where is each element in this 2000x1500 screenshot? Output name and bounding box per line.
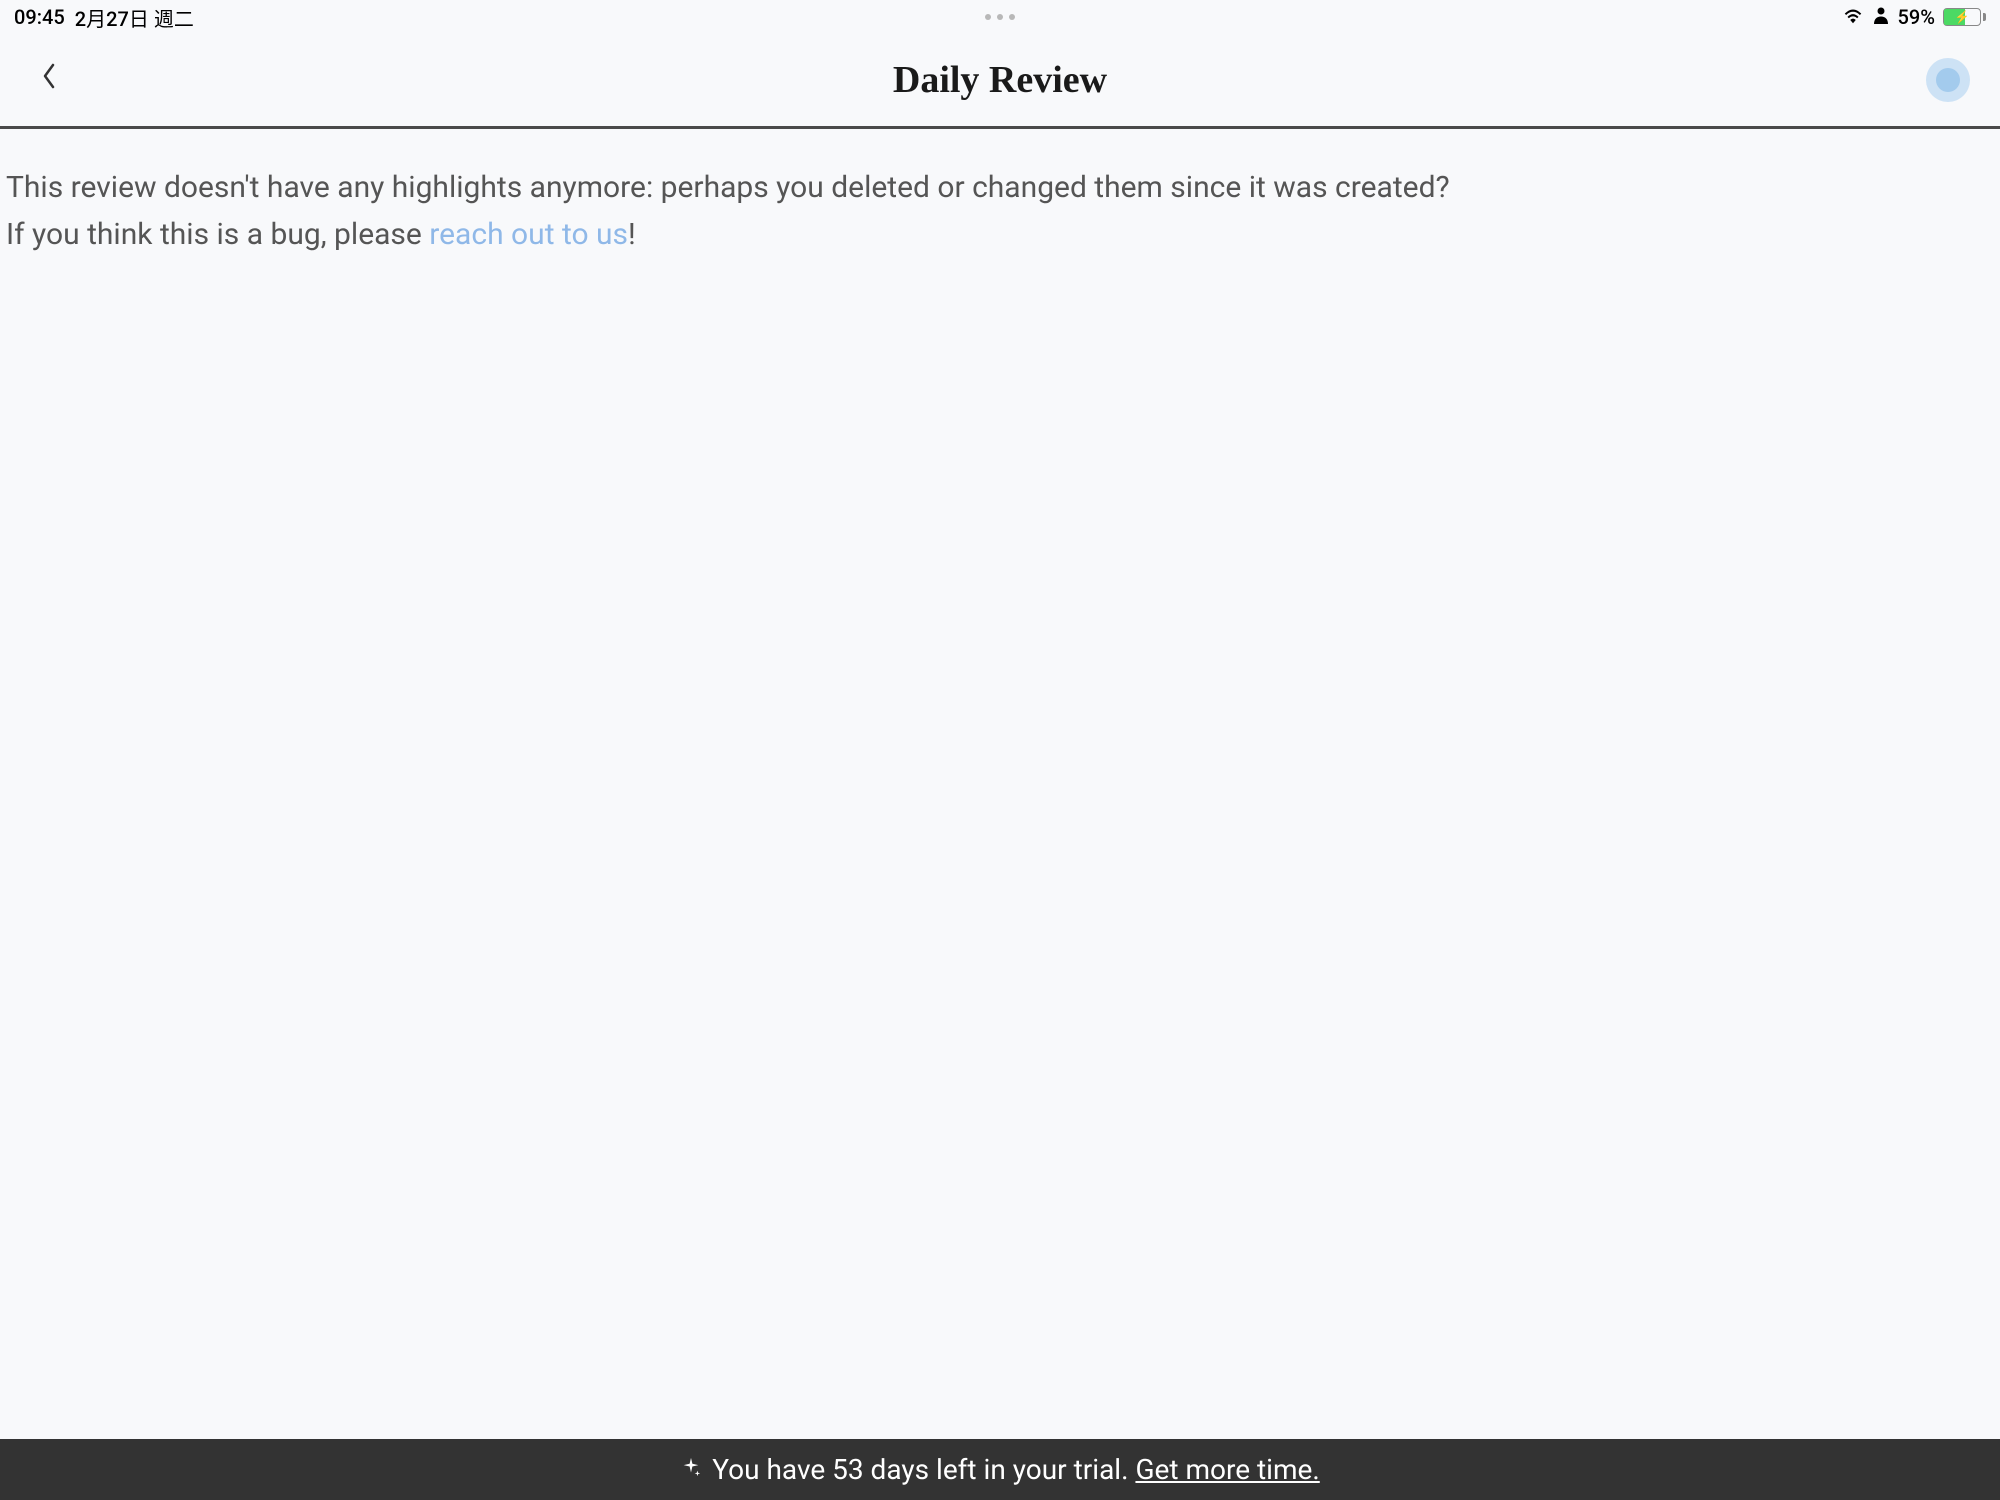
empty-message-suffix: ! xyxy=(628,217,636,252)
trial-banner: You have 53 days left in your trial. Get… xyxy=(0,1439,2000,1500)
back-button[interactable] xyxy=(40,61,58,99)
content-area: This review doesn't have any highlights … xyxy=(0,129,2000,294)
wifi-icon xyxy=(1842,5,1864,29)
multitasking-dots-icon[interactable] xyxy=(985,14,1015,20)
status-bar: 09:45 2月27日 週二 59% ⚡ xyxy=(0,0,2000,34)
status-right: 59% ⚡ xyxy=(1842,5,1986,29)
empty-message-line1: This review doesn't have any highlights … xyxy=(6,165,1994,212)
status-date: 2月27日 週二 xyxy=(75,3,194,32)
avatar-icon xyxy=(1936,68,1960,92)
empty-message-prefix: If you think this is a bug, please xyxy=(6,217,429,252)
get-more-time-link[interactable]: Get more time. xyxy=(1135,1453,1319,1486)
status-time: 09:45 xyxy=(14,5,65,29)
trial-text: You have 53 days left in your trial. Get… xyxy=(712,1453,1320,1486)
sparkle-icon xyxy=(680,1456,702,1484)
avatar-button[interactable] xyxy=(1926,58,1970,102)
person-icon xyxy=(1872,5,1890,29)
app-header: Daily Review xyxy=(0,34,2000,129)
reach-out-link[interactable]: reach out to us xyxy=(429,217,628,252)
page-title: Daily Review xyxy=(893,58,1107,102)
battery-percent: 59% xyxy=(1898,5,1935,29)
trial-days-text: You have 53 days left in your trial. xyxy=(712,1453,1135,1486)
battery-icon: ⚡ xyxy=(1943,8,1986,26)
empty-message-line2: If you think this is a bug, please reach… xyxy=(6,212,1994,259)
status-left: 09:45 2月27日 週二 xyxy=(14,3,194,32)
